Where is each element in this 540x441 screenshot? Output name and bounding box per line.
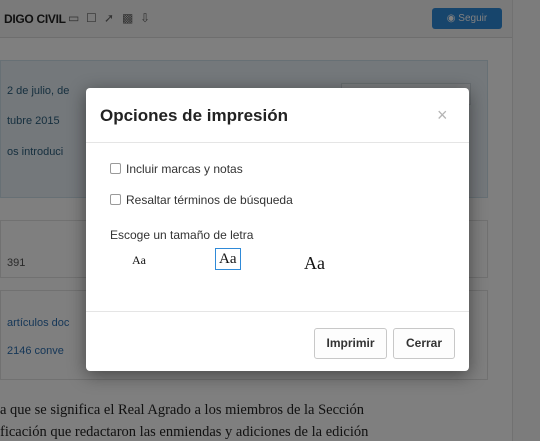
close-icon[interactable]: × <box>437 106 448 124</box>
font-size-label: Escoge un tamaño de letra <box>110 228 254 242</box>
dialog-header: Opciones de impresión × <box>86 88 469 143</box>
font-size-small[interactable]: Aa <box>132 253 146 268</box>
font-size-large[interactable]: Aa <box>304 253 325 274</box>
highlight-terms-label: Resaltar términos de búsqueda <box>126 193 293 207</box>
close-button[interactable]: Cerrar <box>393 328 455 359</box>
include-marks-label: Incluir marcas y notas <box>126 162 243 176</box>
dialog-title: Opciones de impresión <box>100 106 288 125</box>
font-size-medium[interactable]: Aa <box>215 248 241 270</box>
print-options-dialog: Opciones de impresión × Incluir marcas y… <box>86 88 469 371</box>
print-button[interactable]: Imprimir <box>314 328 387 359</box>
include-marks-checkbox[interactable] <box>110 163 121 174</box>
dialog-footer: Imprimir Cerrar <box>86 311 469 371</box>
highlight-terms-checkbox[interactable] <box>110 194 121 205</box>
